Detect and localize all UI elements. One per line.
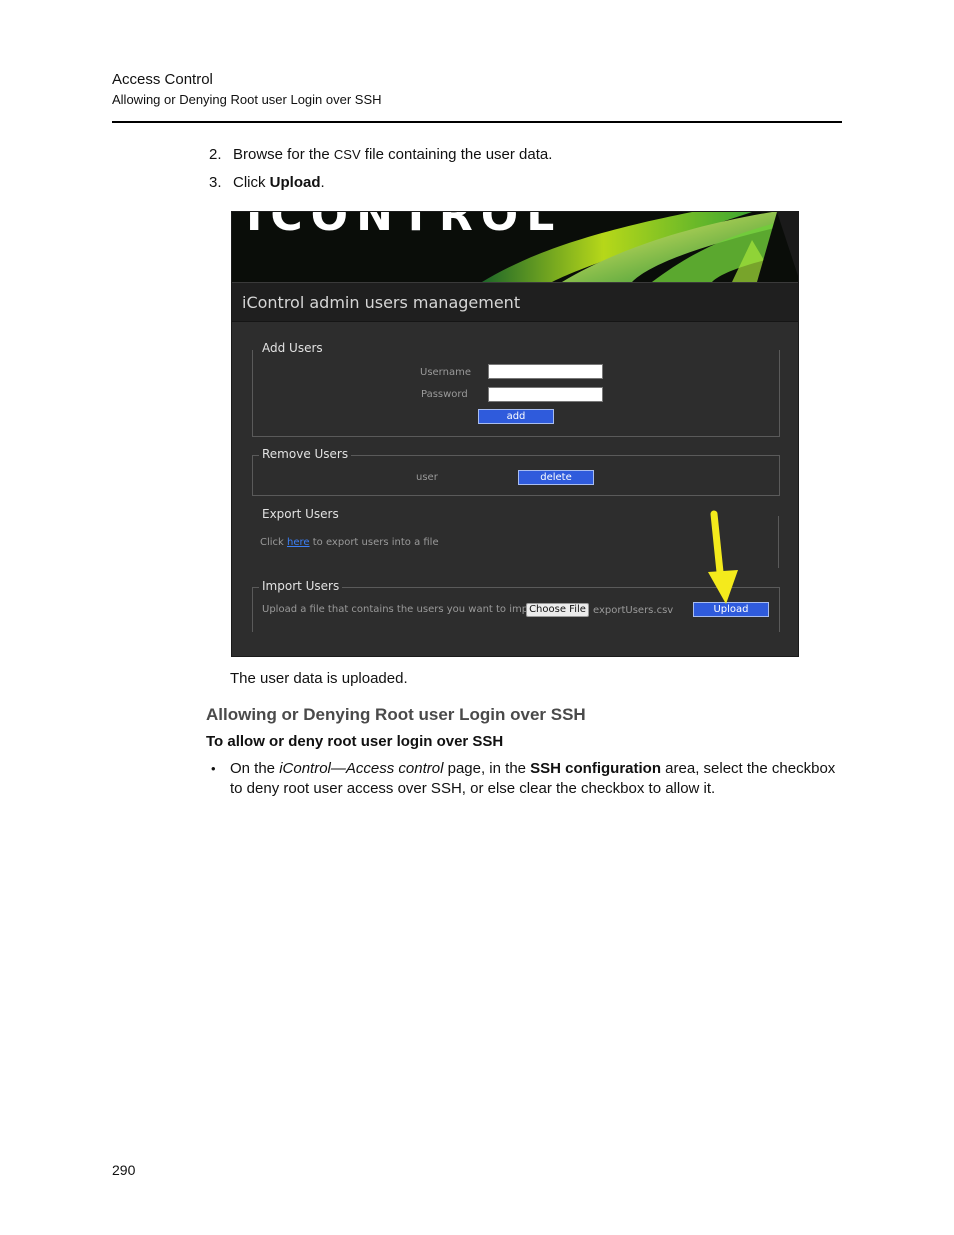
export-text-post: to export users into a file	[309, 537, 439, 548]
step-text: Click	[233, 174, 270, 191]
procedure-heading: To allow or deny root user login over SS…	[206, 733, 504, 750]
username-input[interactable]	[488, 364, 603, 379]
app-title: iControl admin users management	[242, 293, 521, 312]
step-text-end: file containing the user data.	[360, 146, 553, 163]
step-text-end: .	[320, 174, 325, 191]
import-users-text: Upload a file that contains the users yo…	[262, 604, 543, 615]
banner-logo-text: ICONTROL	[246, 212, 563, 241]
add-button[interactable]: add	[478, 409, 554, 424]
result-text: The user data is uploaded.	[230, 670, 408, 687]
bullet-italic: iControl—Access control	[279, 760, 444, 777]
bullet-icon: •	[211, 761, 216, 776]
step-code: CSV	[333, 147, 361, 162]
step-2: 2. Browse for the CSV file containing the…	[209, 146, 552, 163]
step-number: 3.	[209, 174, 222, 191]
export-users-text: Click here to export users into a file	[260, 537, 439, 548]
step-3: 3. Click Upload.	[209, 174, 325, 191]
import-users-legend: Import Users	[259, 579, 343, 593]
running-header-section: Allowing or Denying Root user Login over…	[112, 92, 382, 107]
bullet-text-1: On the	[230, 760, 280, 777]
delete-button[interactable]: delete	[518, 470, 594, 485]
remove-users-legend: Remove Users	[259, 447, 352, 461]
username-label: Username	[420, 367, 471, 378]
bullet-text-2: page, in the	[443, 760, 531, 777]
step-bold: Upload	[269, 174, 321, 191]
bullet-text: On the iControl—Access control page, in …	[230, 759, 842, 799]
step-text: Browse for the	[233, 146, 334, 163]
page-number: 290	[112, 1162, 136, 1178]
yellow-arrow-icon	[708, 510, 738, 604]
add-users-legend: Add Users	[259, 341, 326, 355]
export-users-legend: Export Users	[259, 507, 342, 521]
running-header-chapter: Access Control	[112, 71, 213, 88]
export-users-border	[778, 516, 779, 568]
app-title-bar: iControl admin users management	[232, 282, 798, 322]
choose-file-button[interactable]: Choose File	[526, 603, 589, 617]
user-label: user	[416, 472, 438, 483]
remove-users-panel	[252, 455, 780, 496]
password-label: Password	[421, 389, 468, 400]
section-heading: Allowing or Denying Root user Login over…	[206, 705, 586, 724]
bullet-bold: SSH configuration	[530, 760, 662, 777]
export-text-pre: Click	[260, 537, 288, 548]
password-input[interactable]	[488, 387, 603, 402]
icontrol-banner: ICONTROL	[232, 212, 798, 282]
icontrol-screenshot: ICONTROL iControl admin users management…	[231, 211, 799, 657]
header-rule	[112, 121, 842, 123]
export-here-link[interactable]: here	[287, 537, 310, 548]
step-number: 2.	[209, 146, 222, 163]
selected-file-name: exportUsers.csv	[593, 605, 674, 616]
